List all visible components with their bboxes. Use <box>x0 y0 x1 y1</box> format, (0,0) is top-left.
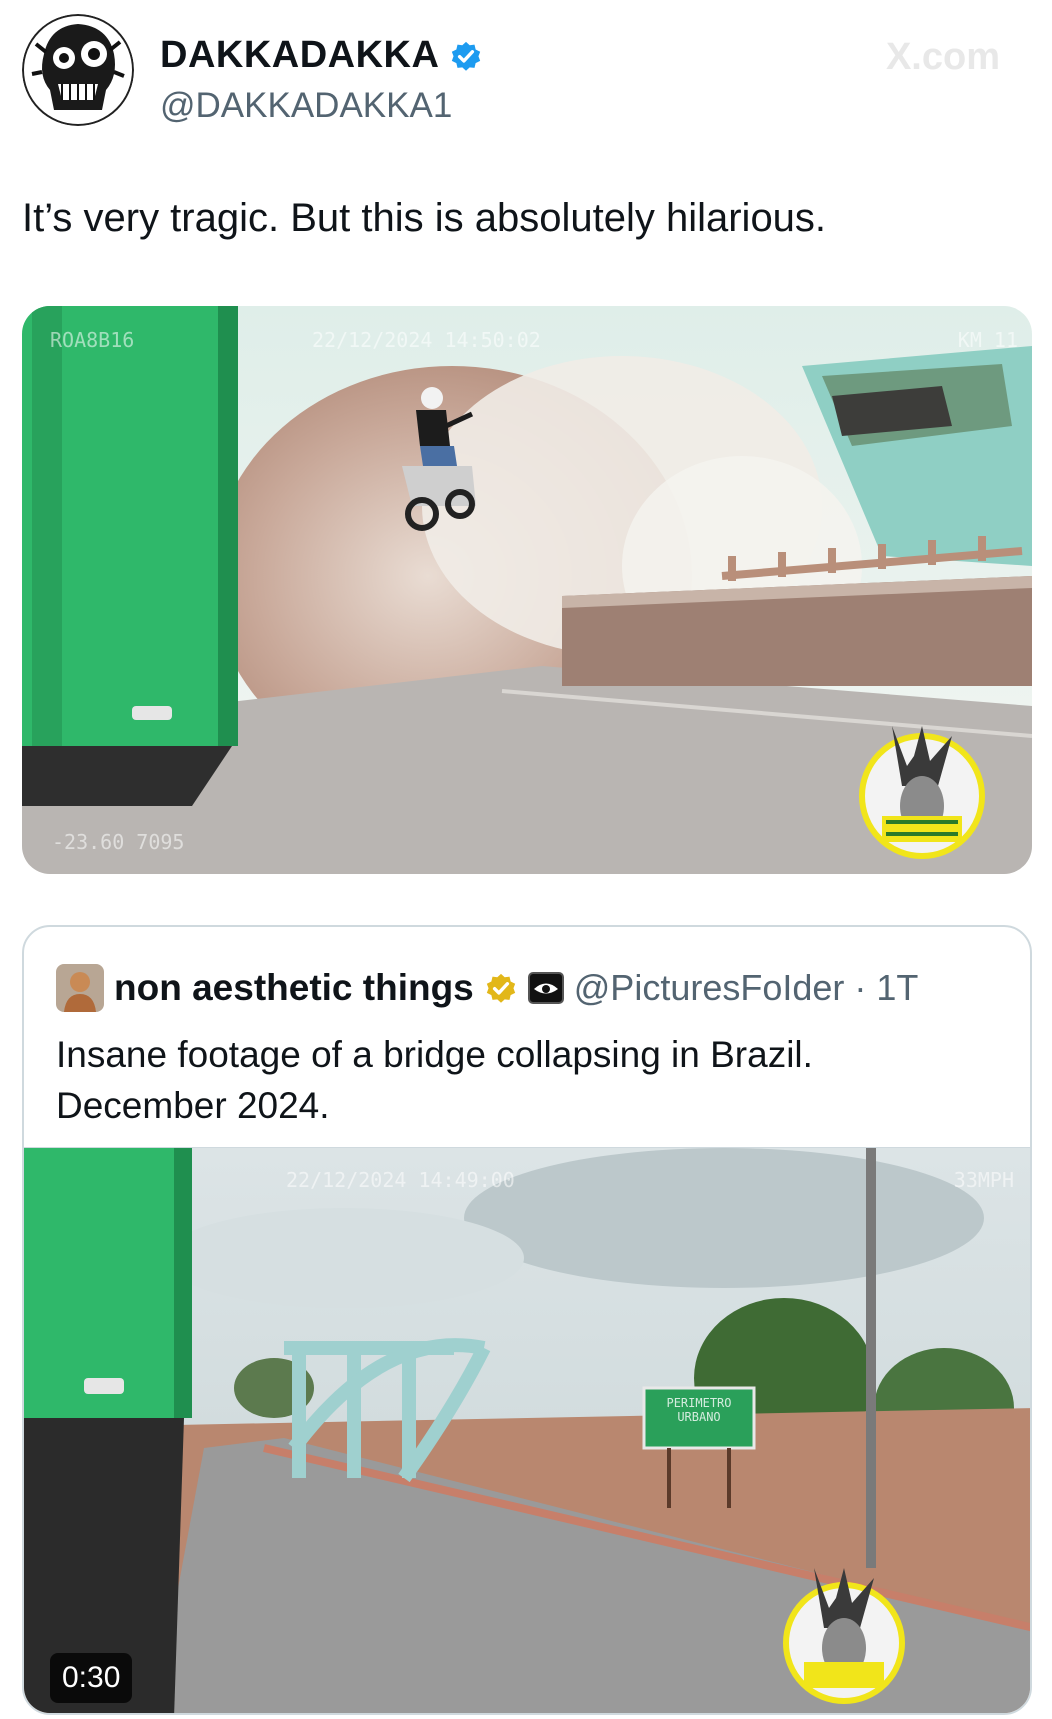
quoted-author-handle[interactable]: @PicturesFoIder <box>574 967 845 1009</box>
video-duration-badge: 0:30 <box>50 1653 133 1703</box>
author-avatar[interactable] <box>22 14 134 126</box>
verified-badge-icon <box>452 41 481 71</box>
bridge-collapse-frame-image <box>22 306 1032 874</box>
quoted-overlay-right: 33MPH <box>953 1168 1014 1192</box>
portrait-avatar-icon <box>56 964 104 1012</box>
overlay-coords-text: -23.60 7095 <box>52 830 185 854</box>
quoted-author-avatar[interactable] <box>56 964 104 1012</box>
bridge-road-frame-image <box>24 1148 1030 1713</box>
author-handle[interactable]: @DAKKADAKKA1 <box>160 86 452 126</box>
tweet-video-frame[interactable]: ROA8B16 22/12/2024 14:50:02 KM 11 -23.60… <box>22 306 1032 874</box>
watermark: X.com <box>885 36 1000 78</box>
overlay-right-text: KM 11 <box>957 328 1018 352</box>
author-display-name[interactable]: DAKKADAKKA <box>160 34 439 77</box>
tweet-header: DAKKADAKKA @DAKKADAKKA1 X.com <box>22 14 1032 126</box>
overlay-timestamp-text: 22/12/2024 14:50:02 <box>312 328 541 352</box>
affiliate-eye-icon <box>527 972 564 1004</box>
author-name-row[interactable]: DAKKADAKKA <box>160 34 483 77</box>
quoted-overlay-timestamp: 22/12/2024 14:49:00 <box>286 1168 515 1192</box>
gold-verified-badge-icon <box>486 973 515 1003</box>
quoted-tweet-text: Insane footage of a bridge collapsing in… <box>56 1029 1006 1131</box>
overlay-plate-text: ROA8B16 <box>50 328 135 352</box>
skull-avatar-icon <box>22 14 134 126</box>
quoted-text-line-2: December 2024. <box>56 1085 330 1126</box>
quoted-tweet-header: non aesthetic things @PicturesFoIder · 1… <box>56 963 918 1013</box>
road-sign-text: PERIMETRO URBANO <box>666 1396 732 1424</box>
separator-dot: · <box>854 967 867 1008</box>
tweet-text: It’s very tragic. But this is absolutely… <box>22 196 827 240</box>
quoted-tweet[interactable]: non aesthetic things @PicturesFoIder · 1… <box>22 925 1032 1715</box>
quoted-tweet-time[interactable]: 1T <box>876 967 918 1009</box>
quoted-text-line-1: Insane footage of a bridge collapsing in… <box>56 1034 813 1075</box>
quoted-video-player[interactable]: 22/12/2024 14:49:00 33MPH PERIMETRO URBA… <box>24 1147 1030 1713</box>
quoted-author-name[interactable]: non aesthetic things <box>114 967 474 1009</box>
